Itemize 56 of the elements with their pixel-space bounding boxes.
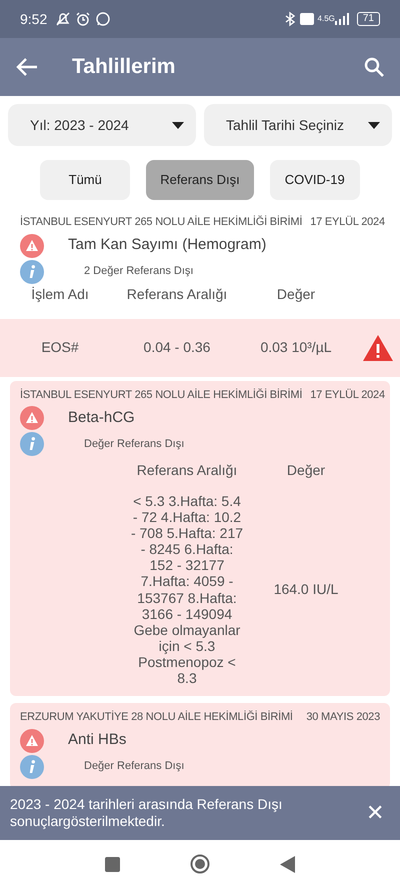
caret-icon xyxy=(172,122,184,128)
warning-icon xyxy=(20,406,44,430)
back-nav-button[interactable] xyxy=(280,856,295,872)
dropdown-field[interactable]: Yıl: 2023 - 2024 xyxy=(8,104,196,146)
institution-name: İSTANBUL ESENYURT 265 NOLU AİLE HEKİMLİĞİ BİRİMİ xyxy=(20,214,302,230)
square-icon xyxy=(105,856,120,872)
home-circle-icon xyxy=(190,854,210,874)
info-icon xyxy=(20,754,44,779)
table-cell-text: 164.0 IU/L xyxy=(272,580,340,600)
signal-icon xyxy=(334,13,349,25)
warning-icon xyxy=(20,234,44,258)
filter-chip[interactable]: COVID-19 xyxy=(270,160,360,200)
table-cell-text: EOS# xyxy=(40,338,80,357)
network-label: 4.5G xyxy=(318,13,335,25)
page-title: Tahlillerim xyxy=(72,54,176,80)
alarm-icon xyxy=(75,11,92,27)
close-button[interactable]: ✕ xyxy=(366,802,384,824)
info-icon xyxy=(20,260,44,284)
search-button[interactable] xyxy=(364,57,384,77)
home-button[interactable] xyxy=(190,854,210,874)
institution-name: ERZURUM YAKUTİYE 28 NOLU AİLE HEKİMLİĞİ BİRİMİ xyxy=(20,710,293,726)
test-name: Beta-hCG xyxy=(68,408,135,428)
column-header: İşlem Adı xyxy=(30,284,90,304)
filter-chip[interactable]: Referans Dışı xyxy=(146,160,254,200)
back-button[interactable] xyxy=(16,57,38,77)
muted-bell-icon xyxy=(55,11,72,27)
info-icon xyxy=(20,432,44,456)
status-time: 9:52 xyxy=(20,10,48,28)
dropdown-field[interactable]: Tahlil Tarihi Seçiniz xyxy=(204,104,392,146)
chat-icon xyxy=(95,11,112,27)
result-date: 17 EYLÜL 2024 xyxy=(310,388,385,402)
column-header: Referans Aralığı xyxy=(136,461,238,480)
test-name: Anti HBs xyxy=(68,730,126,750)
triangle-icon xyxy=(280,856,295,872)
snackbar-message: 2023 - 2024 tarihleri arasında Referans Dışı sonuçlargösterilmektedir. xyxy=(10,796,284,830)
institution-name: İSTANBUL ESENYURT 265 NOLU AİLE HEKİMLİĞİ BİRİMİ xyxy=(20,388,302,402)
back-arrow-icon xyxy=(16,57,38,77)
bluetooth-icon xyxy=(284,11,296,27)
filter-chip[interactable]: Tümü xyxy=(40,160,130,200)
column-header: Değer xyxy=(276,284,316,304)
table-cell-text: 0.03 10³/µL xyxy=(259,338,333,357)
status-note: Değer Referans Dışı xyxy=(84,436,184,452)
table-cell-text: 0.04 - 0.36 xyxy=(142,338,212,357)
caret-icon xyxy=(368,122,380,128)
battery-indicator: 71 xyxy=(356,12,380,26)
status-note: Değer Referans Dışı xyxy=(84,759,184,774)
recents-button[interactable] xyxy=(105,856,120,872)
test-name: Tam Kan Sayımı (Hemogram) xyxy=(68,235,266,256)
table-cell: < 5.3 3.Hafta: 5.4 - 72 4.Hafta: 10.2 - 708 5.Hafta: 217 - 8245 6.Hafta: 152 - 32177 7.Hafta: 4059 - 153767 8.Hafta: 3166 - 149094 Gebe olmayanlar için < 5.3 Postmenopoz < 8.3 xyxy=(130,493,244,686)
search-icon xyxy=(364,57,384,77)
result-date: 17 EYLÜL 2024 xyxy=(310,214,385,230)
warning-icon xyxy=(20,728,44,753)
result-date: 30 MAYIS 2023 xyxy=(306,710,380,726)
status-note: 2 Değer Referans Dışı xyxy=(84,264,194,280)
column-header: Referans Aralığı xyxy=(126,284,228,304)
column-header: Değer xyxy=(286,461,326,480)
